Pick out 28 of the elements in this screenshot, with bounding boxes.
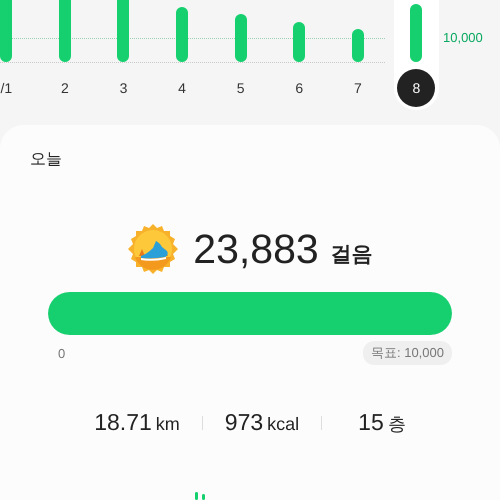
step-bar — [293, 22, 306, 62]
day-label[interactable]: 7 — [338, 69, 377, 107]
step-count: 23,883 — [193, 226, 319, 272]
step-bar — [352, 29, 364, 62]
step-unit: 걸음 — [330, 242, 373, 268]
step-bar — [0, 0, 12, 62]
stat-value: 15 — [358, 409, 384, 436]
day-label[interactable]: 4 — [163, 69, 202, 107]
day-label[interactable]: 6 — [280, 69, 318, 107]
step-bar — [58, 0, 71, 62]
progress-min-label: 0 — [58, 346, 66, 360]
shoe-badge-icon — [127, 223, 180, 275]
stat-value: 973 — [224, 409, 264, 436]
day-label[interactable]: /1 — [0, 69, 26, 107]
step-bar — [176, 7, 188, 62]
goal-line-label: 10,000 — [443, 30, 483, 45]
day-label[interactable]: 5 — [222, 69, 260, 107]
stat-unit: 층 — [388, 413, 406, 436]
stat-value: 18.71 — [94, 409, 152, 436]
goal-pill: 목표: 10,000 — [363, 341, 452, 365]
stat-unit: km — [156, 414, 180, 435]
stat-unit: kcal — [267, 414, 300, 435]
day-label[interactable]: 3 — [104, 69, 142, 107]
step-bar — [410, 4, 422, 62]
card-title: 오늘 — [30, 150, 62, 170]
step-bar — [234, 14, 247, 62]
day-label[interactable]: 2 — [46, 69, 84, 107]
step-bar — [117, 0, 130, 62]
